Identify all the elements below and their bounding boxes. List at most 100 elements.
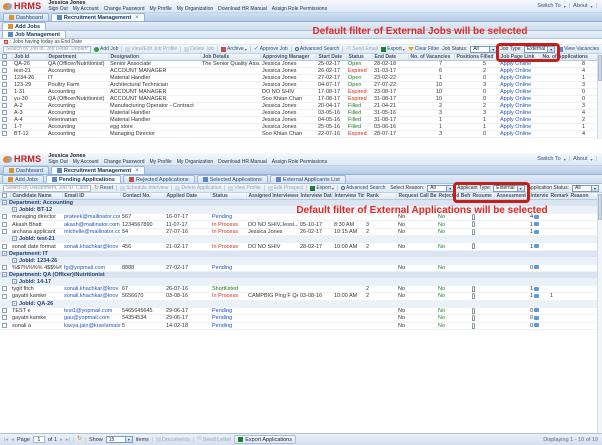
table-row[interactable]: 1-31 Accounting ACCOUNT MANAGER DO NO SHIV 1… [0, 88, 597, 96]
table-row[interactable]: A-3 Accounting Material Handler Jessica Jon… [0, 109, 597, 117]
row-checkbox[interactable] [2, 96, 7, 102]
header-nav-link[interactable]: My Account [73, 160, 99, 165]
comment-icon[interactable] [534, 286, 540, 291]
row-checkbox[interactable] [2, 117, 7, 123]
prev-page-icon[interactable]: ◂ [11, 437, 14, 443]
comment-icon[interactable] [534, 315, 540, 320]
close-tab-icon[interactable]: × [135, 15, 139, 21]
column-header[interactable]: Job Page Link [498, 54, 541, 61]
collapse-icon[interactable]: - [12, 300, 17, 306]
tab-dashboard[interactable]: Dashboard [3, 166, 49, 174]
group-row[interactable]: - JobId: 14-17 [0, 278, 597, 286]
row-checkbox[interactable] [2, 89, 7, 95]
column-header[interactable]: Interview [528, 193, 549, 200]
row-checkbox[interactable] [2, 286, 7, 292]
table-row[interactable]: TEST e test1@yopmail.com 5465645645 29-06-1… [0, 307, 597, 316]
row-checkbox[interactable] [2, 221, 7, 227]
tab-recruitment-management[interactable]: Recruitment Management × [50, 166, 145, 174]
column-header[interactable]: Positions Filled [454, 54, 499, 61]
row-checkbox[interactable] [2, 214, 7, 220]
add-job-button[interactable]: Add Job [94, 46, 118, 52]
jobpagelink-link[interactable]: Apply Online [500, 96, 531, 102]
attachment-icon[interactable] [472, 315, 475, 322]
advanced-search-button[interactable]: Advanced Search [340, 185, 385, 191]
table-row[interactable]: gayatri kamke gau@yopmail.com 54354534 29-0… [0, 314, 597, 323]
column-header[interactable]: Assigned Interviewer [246, 193, 299, 200]
delete-job-button[interactable]: Delete Job [184, 46, 214, 52]
table-row[interactable]: yu-30 QA (Officer/Nutritionist) ACCOUNT MA… [0, 95, 597, 103]
email-link[interactable]: michelle@mailinator.co [64, 229, 120, 235]
table-row[interactable]: QA-26 QA (Officer/Nutritionist) Senior Ass… [0, 60, 597, 68]
table-row[interactable]: 1-7 Accounting egg store Jessica Jones 25-05… [0, 123, 597, 131]
column-header[interactable]: No. of Vacancies [408, 54, 455, 61]
column-header[interactable]: Request Call Back [396, 193, 437, 200]
view-edit-job-profile-button[interactable]: View/Edit Job Profile [125, 46, 177, 52]
header-nav-link[interactable]: Sign Out [48, 160, 67, 165]
clear-filter-button[interactable]: Clear Filter [407, 46, 439, 52]
comment-icon[interactable] [534, 294, 540, 299]
table-row[interactable]: sonali a kavya.jain@kravlamats 5 14-02-18 Pe… [0, 322, 597, 331]
applicant-type-select[interactable]: External ▾ [493, 184, 525, 192]
jobpagelink-link[interactable]: Apply Online [500, 110, 531, 116]
email-link[interactable]: sonali.khachkar@krov [64, 244, 118, 250]
group-row[interactable]: - Department: IT [0, 249, 597, 258]
delete-application-button[interactable]: Delete Application [175, 185, 221, 191]
header-nav-link[interactable]: Change Password [104, 7, 145, 12]
column-header[interactable]: Remarks [548, 193, 569, 200]
comment-icon[interactable] [534, 323, 540, 328]
application-status-select[interactable]: All ▾ [572, 184, 599, 192]
attachment-icon[interactable] [472, 307, 475, 314]
row-checkbox[interactable] [2, 307, 7, 313]
jobpagelink-link[interactable]: Apply Online [500, 68, 531, 74]
header-nav-link[interactable]: My Organization [177, 160, 213, 165]
table-row[interactable]: sonali date format sonali.khachkar@krov 45… [0, 242, 597, 251]
table-row[interactable]: %$7%%%% 4$$%#$ fg@yopmail.com 8888 27-02-17… [0, 264, 597, 272]
row-checkbox[interactable] [2, 243, 7, 249]
vertical-scrollbar[interactable] [597, 54, 602, 139]
table-row[interactable]: 123-29 Poultry Farm Architectural Technici… [0, 81, 597, 89]
column-header[interactable]: Rejected Before [436, 193, 471, 200]
attachment-icon[interactable] [472, 221, 475, 228]
column-header[interactable]: Assessment [494, 193, 529, 200]
tab-external-applicants-list[interactable]: External Applicants List [269, 175, 346, 183]
switch-to-menu[interactable]: Switch To [537, 156, 560, 162]
row-checkbox[interactable] [2, 315, 7, 321]
view-profile-button[interactable]: View Profile [228, 185, 261, 191]
row-checkbox[interactable] [2, 293, 7, 299]
email-link[interactable]: sonali.khachkar@krov [64, 293, 118, 299]
tab-selected-applications[interactable]: Selected Applications [196, 175, 268, 183]
row-checkbox[interactable] [2, 54, 7, 60]
collapse-icon[interactable]: - [12, 236, 17, 242]
page-size-select[interactable]: 15 ▾ [105, 436, 133, 443]
reset-button[interactable]: ↻ Reset [94, 185, 113, 192]
table-row[interactable]: Akash Bhatt akash@mailinator.com 123456789… [0, 220, 597, 229]
row-checkbox[interactable] [2, 131, 7, 137]
column-header[interactable]: Interview Date [298, 193, 333, 200]
send-letter-button[interactable]: ✉ Send Letter [197, 436, 231, 443]
header-nav-link[interactable]: Change Password [104, 160, 145, 165]
jobpagelink-link[interactable]: Apply Online [500, 75, 531, 81]
next-page-icon[interactable]: ▸ [60, 437, 63, 443]
send-email-button[interactable]: ✉ Send Email [346, 46, 378, 53]
row-checkbox[interactable] [2, 68, 7, 74]
row-checkbox[interactable] [2, 75, 7, 81]
jobpagelink-link[interactable]: Apply Online [500, 117, 531, 123]
view-vacancies-button[interactable]: View Vacancies [558, 46, 599, 52]
header-nav-link[interactable]: Sign Out [48, 7, 67, 12]
comment-icon[interactable] [534, 229, 540, 234]
application-search-input[interactable] [3, 184, 91, 192]
row-checkbox[interactable] [2, 264, 7, 270]
job-type-select[interactable]: External ▾ [523, 45, 556, 53]
tab-pending-applications[interactable]: Pending Applications [45, 175, 121, 183]
header-nav-link[interactable]: My Profile [150, 7, 172, 12]
jobpagelink-link[interactable]: Apply Online [500, 103, 531, 109]
row-checkbox[interactable] [2, 322, 7, 328]
row-checkbox[interactable] [2, 229, 7, 235]
row-checkbox[interactable] [2, 61, 7, 67]
attachment-icon[interactable] [472, 243, 475, 250]
table-row[interactable]: 1234-26 IT Material Handler Jessica Jones 27… [0, 74, 597, 82]
table-row[interactable]: BT-12 Accounting Managing Director Soo Khia… [0, 130, 597, 138]
table-row[interactable]: A-4 Veterinarian Material Handler Jessica J… [0, 116, 597, 124]
header-nav-link[interactable]: My Profile [150, 160, 172, 165]
jobpagelink-link[interactable]: Apply Online [500, 89, 531, 95]
